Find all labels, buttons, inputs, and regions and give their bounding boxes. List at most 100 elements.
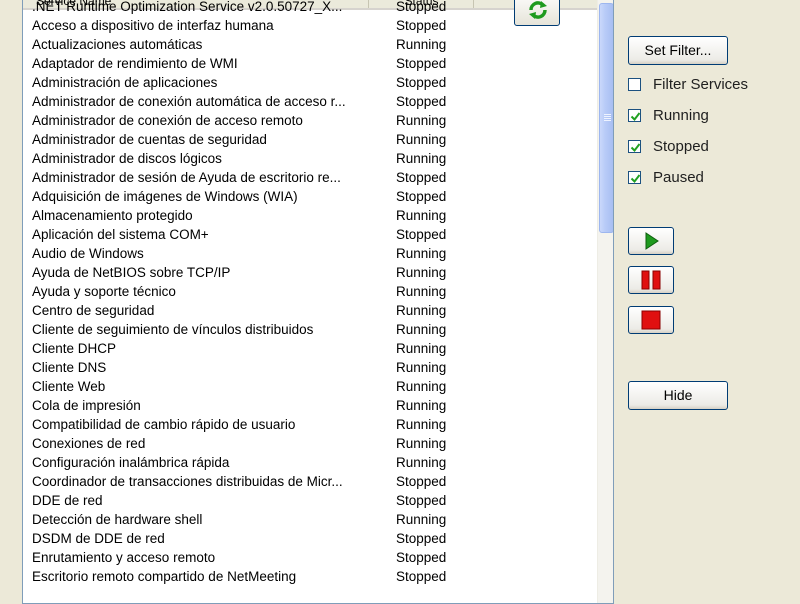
service-row[interactable]: Audio de Windows Running — [23, 244, 597, 263]
checkmark-icon — [630, 143, 641, 153]
service-name: Cola de impresión — [32, 398, 141, 413]
service-row[interactable]: DSDM de DDE de red Stopped — [23, 529, 597, 548]
service-name: Ayuda y soporte técnico — [32, 284, 176, 299]
service-name: Actualizaciones automáticas — [32, 37, 203, 52]
service-row[interactable]: Centro de seguridad Running — [23, 301, 597, 320]
set-filter-button[interactable]: Set Filter... — [628, 36, 728, 65]
running-label: Running — [653, 107, 709, 124]
pause-service-button[interactable] — [628, 266, 674, 294]
service-row[interactable]: .NET Runtime Optimization Service v2.0.5… — [23, 0, 597, 16]
service-name: Centro de seguridad — [32, 303, 155, 318]
service-status: Running — [396, 265, 447, 280]
service-name: Cliente de seguimiento de vínculos distr… — [32, 322, 314, 337]
service-name: Audio de Windows — [32, 246, 144, 261]
service-status: Running — [396, 246, 447, 261]
service-row[interactable]: Administrador de cuentas de seguridad Run… — [23, 130, 597, 149]
service-name: Cliente DHCP — [32, 341, 117, 356]
stopped-checkbox[interactable] — [628, 140, 641, 153]
service-row[interactable]: Cliente DNS Running — [23, 358, 597, 377]
service-row[interactable]: Cliente DHCP Running — [23, 339, 597, 358]
running-checkbox[interactable] — [628, 109, 641, 122]
service-row[interactable]: Cliente de seguimiento de vínculos distr… — [23, 320, 597, 339]
play-icon — [645, 232, 659, 250]
service-name: Acceso a dispositivo de interfaz humana — [32, 18, 274, 33]
service-status: Stopped — [396, 569, 447, 584]
service-row[interactable]: Aplicación del sistema COM+ Stopped — [23, 225, 597, 244]
services-list[interactable]: Service Name Status .NET Runtime Optimiz… — [22, 0, 614, 604]
refresh-button[interactable] — [514, 0, 560, 26]
stop-service-button[interactable] — [628, 306, 674, 334]
service-row[interactable]: Escritorio remoto compartido de NetMeeti… — [23, 567, 597, 586]
paused-label: Paused — [653, 169, 704, 186]
service-row[interactable]: Ayuda de NetBIOS sobre TCP/IP Running — [23, 263, 597, 282]
service-status: Stopped — [396, 170, 447, 185]
service-row[interactable]: Enrutamiento y acceso remoto Stopped — [23, 548, 597, 567]
service-status: Stopped — [396, 493, 447, 508]
service-name: Enrutamiento y acceso remoto — [32, 550, 216, 565]
service-row[interactable]: Adaptador de rendimiento de WMI Stopped — [23, 54, 597, 73]
scrollbar-thumb[interactable] — [599, 3, 613, 233]
service-row[interactable]: Administrador de discos lógicos Running — [23, 149, 597, 168]
service-row[interactable]: Conexiones de red Running — [23, 434, 597, 453]
service-status: Running — [396, 132, 447, 147]
service-row[interactable]: Administrador de conexión automática de … — [23, 92, 597, 111]
service-name: Almacenamiento protegido — [32, 208, 193, 223]
service-status: Stopped — [396, 56, 447, 71]
service-row[interactable]: Administrador de sesión de Ayuda de escr… — [23, 168, 597, 187]
service-row[interactable]: Administrador de conexión de acceso remo… — [23, 111, 597, 130]
refresh-arrows-icon — [529, 1, 547, 19]
service-status: Running — [396, 303, 447, 318]
service-status: Running — [396, 398, 447, 413]
service-row[interactable]: DDE de red Stopped — [23, 491, 597, 510]
service-row[interactable]: Administración de aplicaciones Stopped — [23, 73, 597, 92]
service-status: Running — [396, 284, 447, 299]
service-row[interactable]: Configuración inalámbrica rápida Running — [23, 453, 597, 472]
service-status: Stopped — [396, 75, 447, 90]
service-name: Configuración inalámbrica rápida — [32, 455, 230, 470]
service-status: Running — [396, 341, 447, 356]
start-service-button[interactable] — [628, 227, 674, 255]
service-row[interactable]: Cliente Web Running — [23, 377, 597, 396]
service-status: Running — [396, 113, 447, 128]
service-row[interactable]: Cola de impresión Running — [23, 396, 597, 415]
service-name: Aplicación del sistema COM+ — [32, 227, 209, 242]
service-row[interactable]: Acceso a dispositivo de interfaz humana S… — [23, 16, 597, 35]
filter-services-label: Filter Services — [653, 76, 749, 93]
service-row[interactable]: Almacenamiento protegido Running — [23, 206, 597, 225]
service-status: Stopped — [396, 18, 447, 33]
service-status: Running — [396, 417, 447, 432]
service-status: Running — [396, 322, 447, 337]
service-row[interactable]: Compatibilidad de cambio rápido de usuar… — [23, 415, 597, 434]
service-name: Administración de aplicaciones — [32, 75, 218, 90]
service-name: Administrador de sesión de Ayuda de escr… — [32, 170, 341, 185]
stop-icon — [641, 310, 661, 330]
service-status: Running — [396, 379, 447, 394]
service-name: Conexiones de red — [32, 436, 146, 451]
service-status: Stopped — [396, 189, 447, 204]
service-name: Administrador de conexión de acceso remo… — [32, 113, 303, 128]
service-name: .NET Runtime Optimization Service v2.0.5… — [32, 0, 343, 14]
service-name: Coordinador de transacciones distribuida… — [32, 474, 343, 489]
service-status: Stopped — [396, 227, 447, 242]
service-name: Compatibilidad de cambio rápido de usuar… — [32, 417, 296, 432]
vertical-scrollbar[interactable] — [597, 0, 613, 603]
service-status: Running — [396, 37, 447, 52]
service-status: Running — [396, 436, 447, 451]
service-name: Cliente Web — [32, 379, 106, 394]
service-name: Detección de hardware shell — [32, 512, 203, 527]
paused-checkbox[interactable] — [628, 171, 641, 184]
hide-button[interactable]: Hide — [628, 381, 728, 410]
service-row[interactable]: Adquisición de imágenes de Windows (WIA)… — [23, 187, 597, 206]
service-name: Adaptador de rendimiento de WMI — [32, 56, 238, 71]
filter-services-checkbox[interactable] — [628, 78, 641, 91]
service-status: Stopped — [396, 531, 447, 546]
service-status: Running — [396, 360, 447, 375]
service-row[interactable]: Detección de hardware shell Running — [23, 510, 597, 529]
service-row[interactable]: Coordinador de transacciones distribuida… — [23, 472, 597, 491]
service-status: Running — [396, 512, 447, 527]
service-row[interactable]: Actualizaciones automáticas Running — [23, 35, 597, 54]
service-row[interactable]: Ayuda y soporte técnico Running — [23, 282, 597, 301]
pause-icon — [641, 270, 661, 290]
checkmark-icon — [630, 174, 641, 184]
service-status: Running — [396, 208, 447, 223]
